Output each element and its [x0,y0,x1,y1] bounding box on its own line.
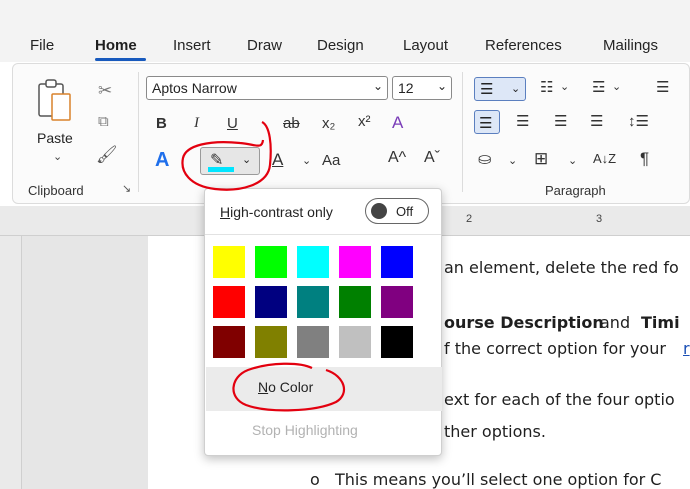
annotation-circle-no-color [232,362,346,412]
annotation-circle-highlight [181,121,272,191]
annotation-overlay [181,121,346,412]
